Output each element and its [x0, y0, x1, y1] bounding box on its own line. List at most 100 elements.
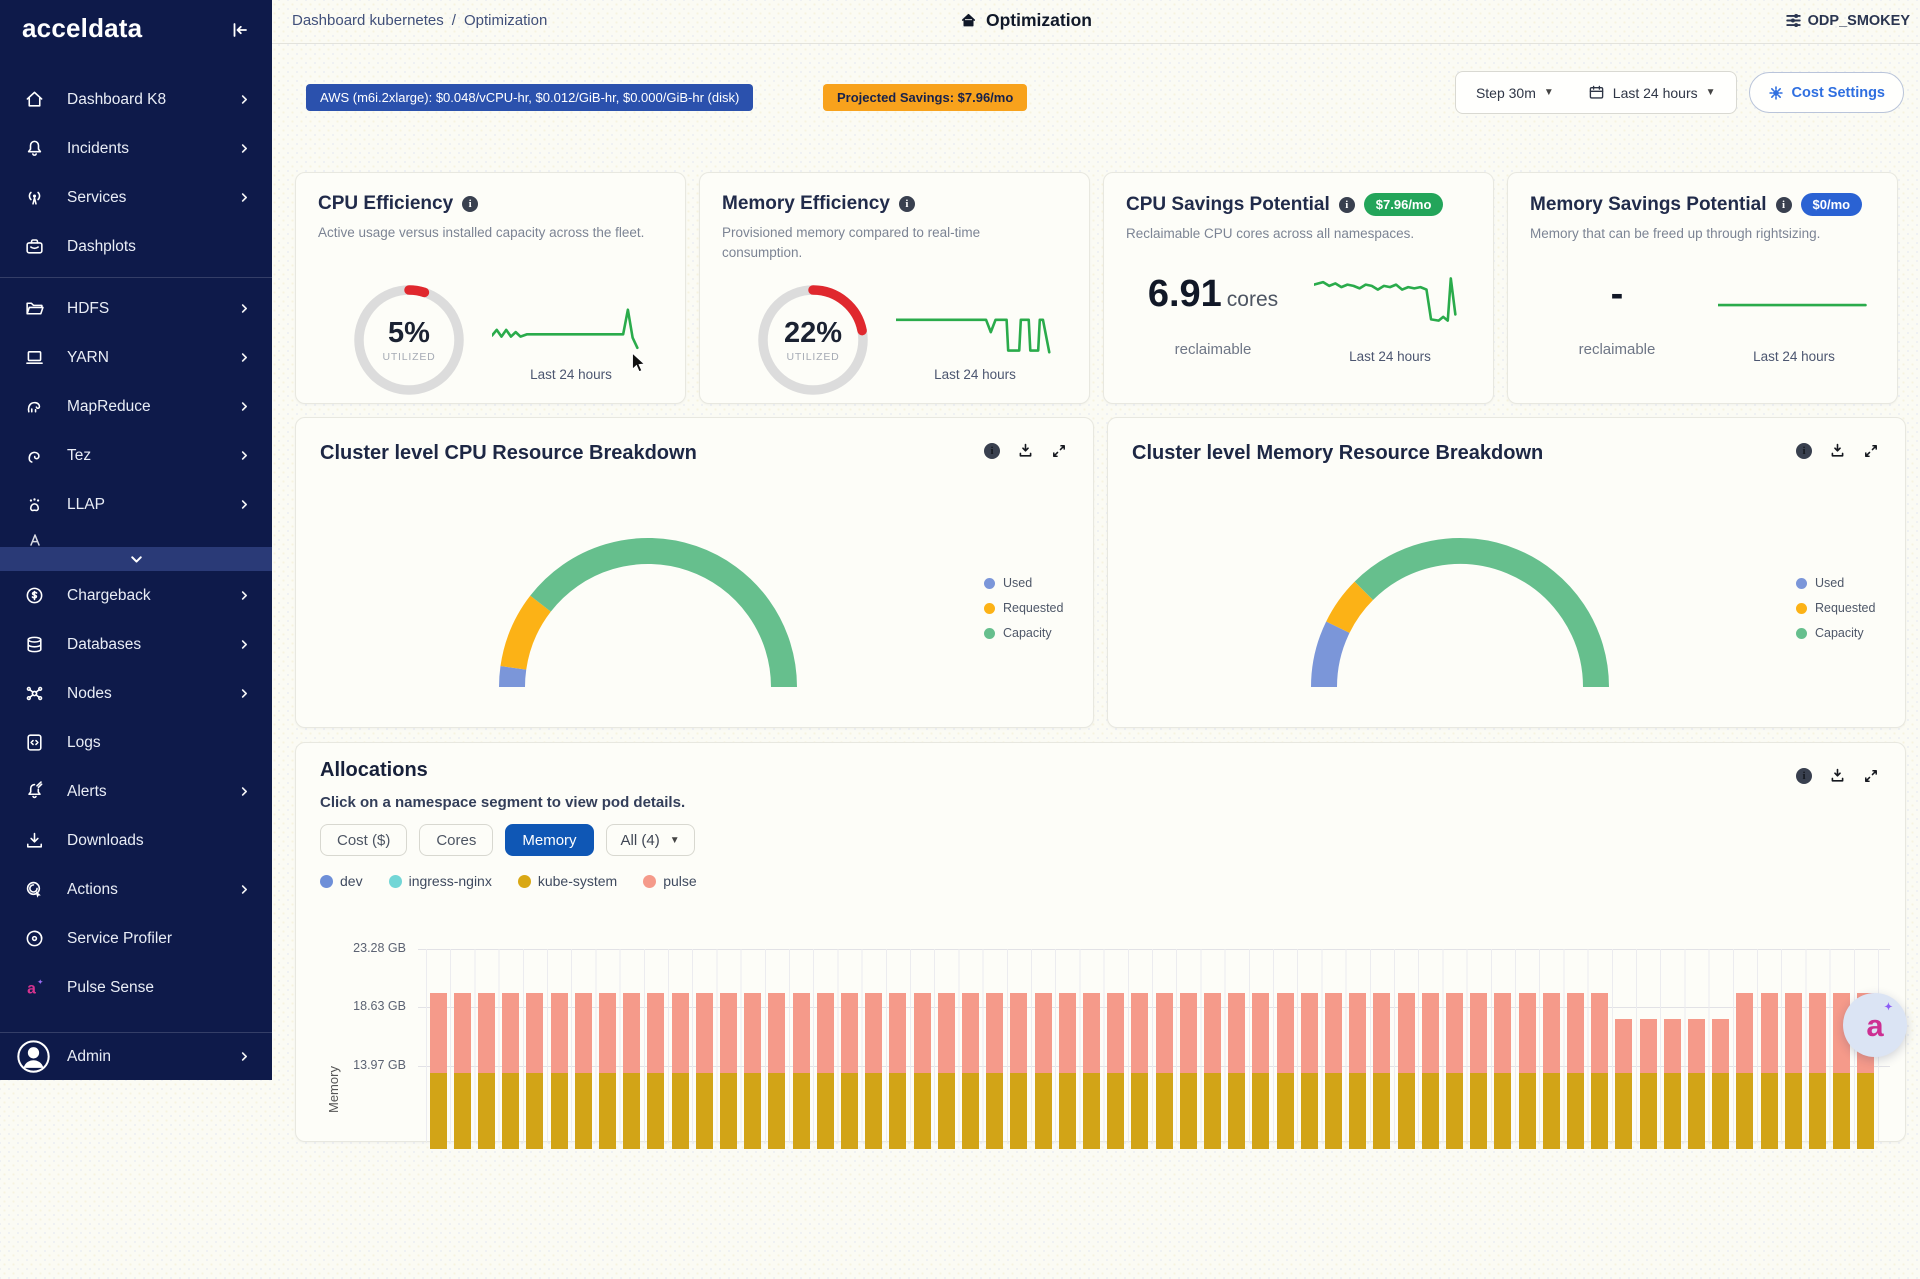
- bar-segment-pulse[interactable]: [526, 993, 543, 1073]
- bar-segment-kube-system[interactable]: [575, 1073, 592, 1149]
- sidebar-item-nodes[interactable]: Nodes: [0, 669, 272, 718]
- bar-segment-pulse[interactable]: [430, 993, 447, 1073]
- namespace-bar[interactable]: [526, 993, 543, 1253]
- namespace-bar[interactable]: [1519, 993, 1536, 1253]
- bar-segment-kube-system[interactable]: [1761, 1073, 1778, 1149]
- bar-segment-pulse[interactable]: [1107, 993, 1124, 1073]
- namespace-bar[interactable]: [817, 993, 834, 1253]
- tenant-selector[interactable]: ODP_SMOKEY: [1784, 11, 1910, 30]
- sidebar-item-chargeback[interactable]: Chargeback: [0, 571, 272, 620]
- bar-segment-kube-system[interactable]: [1107, 1073, 1124, 1149]
- namespace-bar[interactable]: [478, 993, 495, 1253]
- bar-segment-pulse[interactable]: [1567, 993, 1584, 1073]
- bar-segment-kube-system[interactable]: [1446, 1073, 1463, 1149]
- bar-segment-kube-system[interactable]: [1785, 1073, 1802, 1149]
- download-icon[interactable]: [1829, 442, 1846, 459]
- namespace-bar[interactable]: [1688, 1019, 1705, 1279]
- bar-segment-pulse[interactable]: [623, 993, 640, 1073]
- bar-segment-pulse[interactable]: [1083, 993, 1100, 1073]
- allocations-tab-memory[interactable]: Memory: [505, 824, 593, 856]
- bar-segment-kube-system[interactable]: [1809, 1073, 1826, 1149]
- bar-segment-pulse[interactable]: [986, 993, 1003, 1073]
- bar-segment-kube-system[interactable]: [1156, 1073, 1173, 1149]
- bar-segment-pulse[interactable]: [551, 993, 568, 1073]
- namespace-bar[interactable]: [1301, 993, 1318, 1253]
- bar-segment-kube-system[interactable]: [1591, 1073, 1608, 1149]
- bar-segment-pulse[interactable]: [599, 993, 616, 1073]
- namespace-bar[interactable]: [744, 993, 761, 1253]
- download-icon[interactable]: [1017, 442, 1034, 459]
- bar-segment-kube-system[interactable]: [1131, 1073, 1148, 1149]
- bar-segment-pulse[interactable]: [1180, 993, 1197, 1073]
- legend-item-dev[interactable]: dev: [320, 873, 363, 889]
- bar-segment-pulse[interactable]: [720, 993, 737, 1073]
- namespace-bar[interactable]: [575, 993, 592, 1253]
- namespace-bar[interactable]: [1446, 993, 1463, 1253]
- bar-segment-kube-system[interactable]: [1519, 1073, 1536, 1149]
- bar-segment-pulse[interactable]: [502, 993, 519, 1073]
- bar-segment-kube-system[interactable]: [696, 1073, 713, 1149]
- bar-segment-kube-system[interactable]: [1833, 1073, 1850, 1149]
- bar-segment-kube-system[interactable]: [478, 1073, 495, 1149]
- namespace-bar[interactable]: [1712, 1019, 1729, 1279]
- bar-segment-kube-system[interactable]: [1373, 1073, 1390, 1149]
- bar-segment-pulse[interactable]: [454, 993, 471, 1073]
- breadcrumb-root[interactable]: Dashboard kubernetes: [292, 12, 444, 29]
- namespace-bar[interactable]: [1809, 993, 1826, 1253]
- bar-segment-kube-system[interactable]: [1615, 1073, 1632, 1149]
- sidebar-item-mapreduce[interactable]: MapReduce: [0, 382, 272, 431]
- bar-segment-pulse[interactable]: [841, 993, 858, 1073]
- namespace-bar[interactable]: [962, 993, 979, 1253]
- bar-segment-pulse[interactable]: [1494, 993, 1511, 1073]
- bar-segment-pulse[interactable]: [575, 993, 592, 1073]
- date-range-select[interactable]: Last 24 hours ▼: [1588, 84, 1716, 101]
- bar-segment-kube-system[interactable]: [1470, 1073, 1487, 1149]
- namespace-bar[interactable]: [672, 993, 689, 1253]
- namespace-bar[interactable]: [914, 993, 931, 1253]
- namespace-bar[interactable]: [841, 993, 858, 1253]
- sidebar-item-incidents[interactable]: Incidents: [0, 124, 272, 173]
- bar-segment-pulse[interactable]: [1785, 993, 1802, 1073]
- bar-segment-pulse[interactable]: [1252, 993, 1269, 1073]
- sidebar-item-llap[interactable]: LLAP: [0, 480, 272, 529]
- bar-segment-kube-system[interactable]: [1349, 1073, 1366, 1149]
- bar-segment-pulse[interactable]: [1035, 993, 1052, 1073]
- bar-segment-kube-system[interactable]: [1543, 1073, 1560, 1149]
- bar-segment-kube-system[interactable]: [1035, 1073, 1052, 1149]
- allocations-tab-cost[interactable]: Cost ($): [320, 824, 407, 856]
- namespace-bar[interactable]: [1640, 1019, 1657, 1279]
- namespace-bar[interactable]: [454, 993, 471, 1253]
- sidebar-item-services[interactable]: Services: [0, 173, 272, 222]
- bar-segment-pulse[interactable]: [1640, 1019, 1657, 1073]
- bar-segment-kube-system[interactable]: [1857, 1073, 1874, 1149]
- namespace-bar[interactable]: [1180, 993, 1197, 1253]
- bar-segment-pulse[interactable]: [817, 993, 834, 1073]
- bar-segment-kube-system[interactable]: [1228, 1073, 1245, 1149]
- sidebar-item-dashplots[interactable]: Dashplots: [0, 222, 272, 271]
- info-icon[interactable]: i: [899, 196, 915, 212]
- namespace-bar[interactable]: [793, 993, 810, 1253]
- info-icon[interactable]: i: [1776, 197, 1792, 213]
- bar-segment-kube-system[interactable]: [1180, 1073, 1197, 1149]
- namespace-bar[interactable]: [1567, 993, 1584, 1253]
- namespace-bar[interactable]: [889, 993, 906, 1253]
- bar-segment-kube-system[interactable]: [793, 1073, 810, 1149]
- namespace-bar[interactable]: [1785, 993, 1802, 1253]
- bar-segment-pulse[interactable]: [1688, 1019, 1705, 1073]
- bar-segment-pulse[interactable]: [768, 993, 785, 1073]
- namespace-bar[interactable]: [986, 993, 1003, 1253]
- legend-item-ingress-nginx[interactable]: ingress-nginx: [389, 873, 492, 889]
- namespace-bar[interactable]: [865, 993, 882, 1253]
- namespace-bar[interactable]: [1373, 993, 1390, 1253]
- namespace-bar[interactable]: [623, 993, 640, 1253]
- namespace-bar[interactable]: [1543, 993, 1560, 1253]
- namespace-bar[interactable]: [1010, 993, 1027, 1253]
- bar-segment-pulse[interactable]: [1736, 993, 1753, 1073]
- bar-segment-kube-system[interactable]: [623, 1073, 640, 1149]
- bar-segment-kube-system[interactable]: [647, 1073, 664, 1149]
- bar-segment-pulse[interactable]: [744, 993, 761, 1073]
- namespace-bar[interactable]: [1349, 993, 1366, 1253]
- namespace-bar[interactable]: [1398, 993, 1415, 1253]
- bar-segment-kube-system[interactable]: [1083, 1073, 1100, 1149]
- info-icon[interactable]: i: [984, 443, 1000, 459]
